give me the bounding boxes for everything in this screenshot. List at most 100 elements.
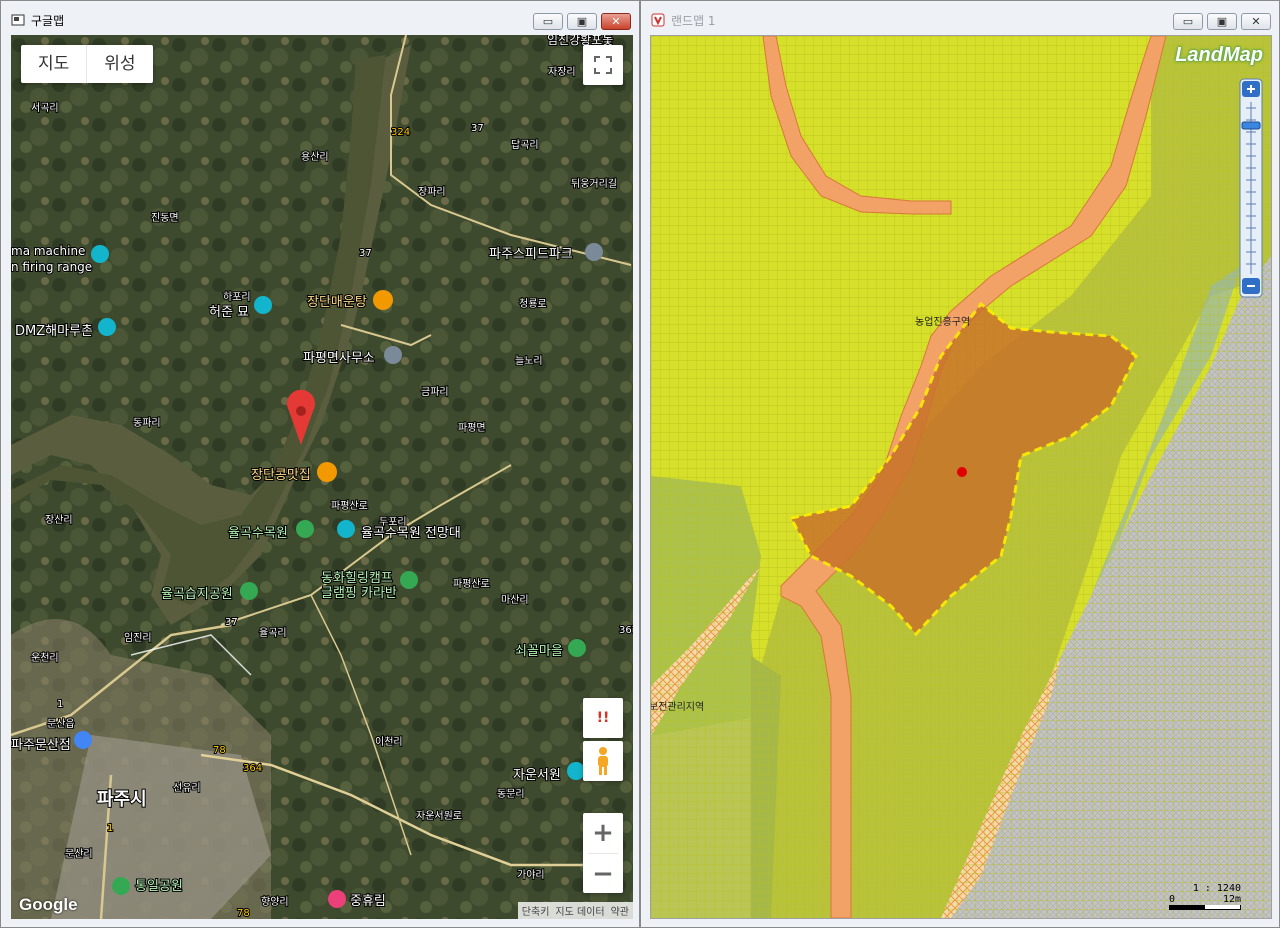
svg-text:1: 1: [57, 699, 63, 710]
svg-text:324: 324: [391, 127, 410, 138]
svg-text:마산리: 마산리: [501, 594, 529, 606]
scale-ratio: 1 : 1240: [1192, 883, 1241, 894]
keyboard-shortcuts-link[interactable]: 단축키: [522, 903, 550, 918]
svg-text:367: 367: [619, 625, 633, 636]
camping-icon[interactable]: [400, 571, 418, 589]
scale-distance: 12m: [1222, 894, 1241, 905]
landmark-icon[interactable]: [91, 245, 109, 263]
google-map-window: 구글맵 ▭ ▣ ✕ 임진강황포돛 서곡리 자장리 324 37 답곡리 용산리 …: [0, 0, 640, 928]
zoom-out-button[interactable]: −: [583, 854, 623, 893]
svg-text:하포리: 하포리: [223, 290, 251, 303]
svg-text:율곡리: 율곡리: [259, 627, 287, 639]
svg-text:78: 78: [237, 908, 250, 919]
svg-text:동파리: 동파리: [133, 417, 161, 429]
svg-text:선유리: 선유리: [173, 782, 201, 794]
svg-text:n firing range: n firing range: [11, 260, 92, 274]
svg-text:율곡수목원: 율곡수목원: [228, 526, 288, 541]
svg-text:동문리: 동문리: [497, 788, 525, 800]
svg-text:뒤웅거리길: 뒤웅거리길: [571, 177, 617, 190]
restaurant-icon[interactable]: [373, 290, 393, 310]
target-point-marker[interactable]: [957, 467, 967, 477]
zoom-out-icon[interactable]: [1242, 278, 1260, 294]
svg-text:장파리: 장파리: [418, 186, 446, 198]
zoom-slider-thumb[interactable]: [1241, 121, 1261, 130]
svg-text:향양리: 향양리: [261, 896, 289, 908]
minimize-button[interactable]: ▭: [1173, 13, 1203, 30]
landmap-app-icon: [651, 13, 665, 27]
svg-text:37: 37: [359, 248, 372, 259]
svg-text:중휴림: 중휴림: [350, 894, 386, 909]
svg-text:통일공원: 통일공원: [135, 879, 183, 894]
close-button[interactable]: ✕: [601, 13, 631, 30]
leisure-icon[interactable]: [328, 890, 346, 908]
restore-button[interactable]: ▣: [567, 13, 597, 30]
landmap-window: 랜드맵 1 ▭ ▣ ✕ 농업진흥구역 보전관리지역 LandMap 1: 12…: [640, 0, 1280, 928]
window-title: 구글맵: [31, 14, 65, 28]
svg-text:금파리: 금파리: [421, 386, 449, 398]
landmap-canvas[interactable]: 농업진흥구역 보전관리지역 LandMap 1: 1240 0 12m: [650, 35, 1272, 919]
svg-text:자운서원: 자운서원: [513, 768, 561, 783]
svg-text:임진리: 임진리: [124, 631, 152, 644]
shopping-icon[interactable]: [74, 731, 92, 749]
map-type-control: 지도 위성: [21, 45, 153, 83]
svg-text:파주스피드파크: 파주스피드파크: [489, 247, 573, 262]
svg-text:파평면사무소: 파평면사무소: [303, 351, 375, 366]
svg-text:서곡리: 서곡리: [31, 102, 59, 114]
svg-text:파평산로: 파평산로: [331, 500, 368, 512]
svg-text:허준 묘: 허준 묘: [209, 305, 249, 320]
park-icon[interactable]: [112, 877, 130, 895]
svg-text:파주시: 파주시: [97, 789, 147, 810]
svg-text:1: 1: [107, 823, 113, 834]
svg-text:늘노리: 늘노리: [515, 355, 543, 367]
svg-text:파평산로: 파평산로: [453, 578, 490, 590]
map-data-link[interactable]: 지도 데이터: [555, 903, 604, 918]
place-pin-icon[interactable]: [384, 346, 402, 364]
svg-text:동화힐링캠프: 동화힐링캠프: [321, 571, 393, 586]
zoom-in-icon[interactable]: [1242, 81, 1260, 97]
satellite-map[interactable]: 임진강황포돛 서곡리 자장리 324 37 답곡리 용산리 장파리 뒤웅거리길 …: [11, 35, 633, 919]
warning-button[interactable]: !!: [583, 698, 623, 738]
svg-text:문산읍: 문산읍: [47, 718, 75, 730]
fullscreen-button[interactable]: [583, 45, 623, 85]
svg-text:파평면: 파평면: [458, 422, 486, 434]
zone-label-agri: 농업진흥구역: [915, 315, 970, 328]
garden-icon[interactable]: [296, 520, 314, 538]
place-pin-icon[interactable]: [585, 243, 603, 261]
close-button[interactable]: ✕: [1241, 13, 1271, 30]
map-scale: 1 : 1240 0 12m: [1169, 883, 1241, 910]
terms-link[interactable]: 약관: [611, 903, 629, 918]
svg-text:자장리: 자장리: [548, 66, 576, 78]
svg-text:자운서원로: 자운서원로: [416, 810, 462, 822]
park-icon[interactable]: [240, 582, 258, 600]
zoom-in-button[interactable]: +: [583, 813, 623, 853]
zone-label-preserve: 보전관리지역: [651, 701, 704, 713]
svg-text:운천리: 운천리: [31, 652, 59, 664]
title-bar[interactable]: 랜드맵 1 ▭ ▣ ✕: [641, 1, 1279, 35]
map-type-satellite-button[interactable]: 위성: [86, 45, 152, 83]
camera-icon[interactable]: [98, 318, 116, 336]
landmap-logo: LandMap: [1175, 44, 1263, 66]
restaurant-icon[interactable]: [317, 462, 337, 482]
svg-text:글램핑 카라반: 글램핑 카라반: [321, 586, 397, 601]
minimize-button[interactable]: ▭: [533, 13, 563, 30]
svg-text:청룡로: 청룡로: [519, 298, 547, 310]
historic-icon[interactable]: [254, 296, 272, 314]
map-type-map-button[interactable]: 지도: [21, 45, 86, 83]
street-view-pegman[interactable]: [583, 741, 623, 781]
svg-text:율곡습지공원: 율곡습지공원: [161, 587, 233, 602]
zoning-map[interactable]: 농업진흥구역 보전관리지역: [651, 36, 1271, 918]
restore-button[interactable]: ▣: [1207, 13, 1237, 30]
svg-text:문산리: 문산리: [65, 848, 93, 860]
camera-icon[interactable]: [337, 520, 355, 538]
svg-text:답곡리: 답곡리: [511, 139, 539, 151]
google-logo[interactable]: Google: [19, 895, 78, 915]
svg-text:장단매운탕: 장단매운탕: [307, 295, 367, 310]
svg-text:78: 78: [213, 745, 226, 756]
window-title: 랜드맵 1: [671, 14, 716, 28]
village-icon[interactable]: [568, 639, 586, 657]
title-bar[interactable]: 구글맵 ▭ ▣ ✕: [1, 1, 639, 35]
svg-text:쇠꼴마을: 쇠꼴마을: [515, 644, 563, 659]
svg-text:파주문산점: 파주문산점: [11, 738, 71, 753]
fullscreen-icon: [594, 56, 612, 74]
satellite-imagery[interactable]: 임진강황포돛 서곡리 자장리 324 37 답곡리 용산리 장파리 뒤웅거리길 …: [11, 35, 633, 919]
